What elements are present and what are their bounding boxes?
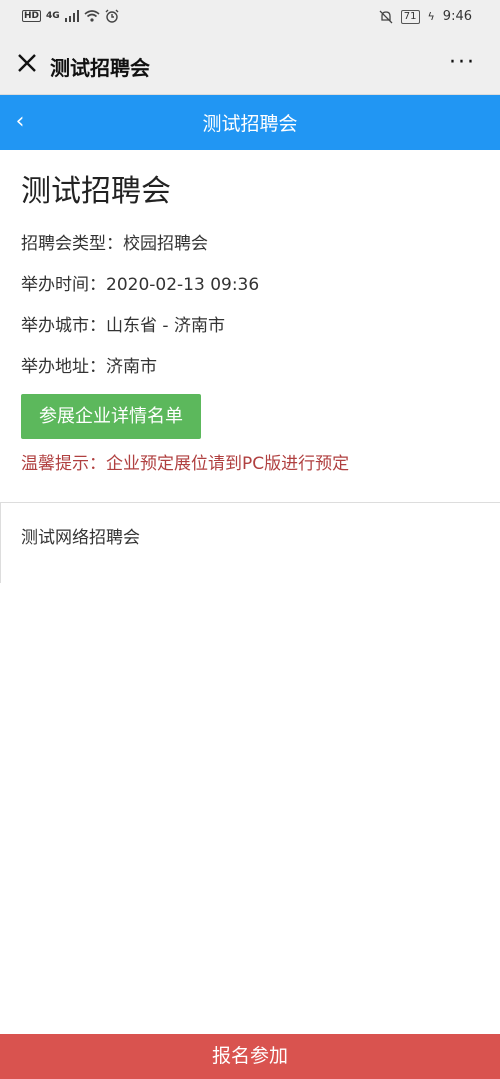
description-text: 测试网络招聘会 (21, 528, 140, 548)
battery-icon: 71 (400, 9, 420, 24)
signup-button[interactable]: 报名参加 (0, 1034, 500, 1079)
close-icon[interactable] (14, 50, 40, 76)
status-bar: HD 4G 71 ϟ 9:46 (0, 0, 500, 36)
description-card: 测试网络招聘会 (0, 503, 500, 583)
signal-icon (64, 10, 79, 22)
mute-icon (379, 10, 393, 23)
fair-type: 招聘会类型：校园招聘会 (21, 234, 208, 254)
wechat-titlebar: 测试招聘会 ··· (0, 36, 500, 95)
wechat-title: 测试招聘会 (50, 56, 150, 80)
alarm-icon (105, 9, 119, 23)
charging-icon: ϟ (427, 10, 435, 23)
wifi-icon (84, 10, 100, 22)
fair-info: 测试招聘会 招聘会类型：校园招聘会 举办时间：2020-02-13 09:36 … (21, 172, 481, 476)
fair-title: 测试招聘会 (21, 174, 171, 209)
network-type: 4G (46, 11, 60, 21)
booking-tip: 温馨提示：企业预定展位请到PC版进行预定 (21, 454, 350, 474)
hd-icon: HD (22, 10, 42, 22)
more-icon[interactable]: ··· (449, 50, 476, 75)
company-list-button[interactable]: 参展企业详情名单 (21, 394, 201, 439)
fair-address: 举办地址：济南市 (21, 357, 157, 377)
page-header: ‹ 测试招聘会 (0, 95, 500, 150)
header-title: 测试招聘会 (202, 113, 298, 135)
clock: 9:46 (442, 9, 472, 24)
fair-time: 举办时间：2020-02-13 09:36 (21, 275, 260, 295)
fair-city: 举办城市：山东省 - 济南市 (21, 316, 225, 336)
